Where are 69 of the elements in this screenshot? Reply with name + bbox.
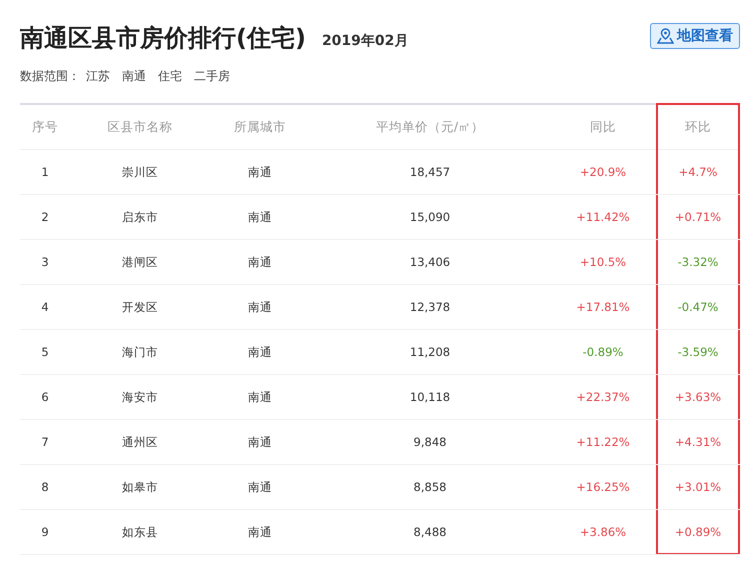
- table-cell: 南通: [210, 510, 310, 555]
- table-cell: 南通: [210, 195, 310, 240]
- table-cell: +0.71%: [656, 195, 740, 240]
- table-cell: +3.01%: [656, 465, 740, 510]
- table-cell: 通州区: [70, 420, 210, 465]
- table-cell: 港闸区: [70, 240, 210, 285]
- table-cell: -3.59%: [656, 330, 740, 375]
- map-pin-icon: [657, 28, 674, 44]
- table-cell: 3: [20, 240, 70, 285]
- table-cell: 8,488: [310, 510, 550, 555]
- table-cell: +20.9%: [550, 150, 656, 195]
- page-title: 南通区县市房价排行(住宅): [20, 23, 306, 54]
- table-cell: +16.25%: [550, 465, 656, 510]
- table-cell: +11.42%: [550, 195, 656, 240]
- table-cell: 海门市: [70, 330, 210, 375]
- column-header: 所属城市: [210, 105, 310, 150]
- table-cell: 崇川区: [70, 150, 210, 195]
- table-cell: 12,378: [310, 285, 550, 330]
- table-cell: 2: [20, 195, 70, 240]
- table-cell: 南通: [210, 465, 310, 510]
- table-cell: 10,118: [310, 375, 550, 420]
- table-cell: 6: [20, 375, 70, 420]
- table-cell: 南通: [210, 150, 310, 195]
- table-cell: +0.89%: [656, 510, 740, 555]
- scope-tag: 南通: [122, 68, 146, 85]
- scope-tag: 二手房: [194, 68, 230, 85]
- column-header: 环比: [656, 105, 740, 150]
- table-cell: 1: [20, 150, 70, 195]
- table-cell: 南通: [210, 375, 310, 420]
- column-header: 同比: [550, 105, 656, 150]
- table-cell: 开发区: [70, 285, 210, 330]
- table-cell: +3.63%: [656, 375, 740, 420]
- table-cell: +11.22%: [550, 420, 656, 465]
- table-cell: 如皋市: [70, 465, 210, 510]
- table-cell: +4.31%: [656, 420, 740, 465]
- table-cell: 启东市: [70, 195, 210, 240]
- table-cell: 7: [20, 420, 70, 465]
- table-cell: +22.37%: [550, 375, 656, 420]
- period-label: 2019年02月: [322, 32, 408, 50]
- table-cell: 南通: [210, 330, 310, 375]
- table-cell: 15,090: [310, 195, 550, 240]
- table-cell: +3.86%: [550, 510, 656, 555]
- scope-tag: 江苏: [86, 68, 110, 85]
- table-cell: 南通: [210, 285, 310, 330]
- table-cell: 8: [20, 465, 70, 510]
- scope-tag: 住宅: [158, 68, 182, 85]
- table-cell: -3.32%: [656, 240, 740, 285]
- table-cell: 5: [20, 330, 70, 375]
- table-cell: 海安市: [70, 375, 210, 420]
- column-header: 平均单价（元/㎡）: [310, 105, 550, 150]
- table-cell: 9: [20, 510, 70, 555]
- column-header: 序号: [20, 105, 70, 150]
- table-cell: 11,208: [310, 330, 550, 375]
- table-cell: +17.81%: [550, 285, 656, 330]
- table-cell: 南通: [210, 240, 310, 285]
- table-cell: +4.7%: [656, 150, 740, 195]
- table-cell: 8,858: [310, 465, 550, 510]
- table-cell: 4: [20, 285, 70, 330]
- table-cell: 如东县: [70, 510, 210, 555]
- scope-label: 数据范围：: [20, 68, 80, 85]
- table-cell: 13,406: [310, 240, 550, 285]
- table-cell: 南通: [210, 420, 310, 465]
- table-cell: -0.47%: [656, 285, 740, 330]
- map-view-button[interactable]: 地图查看: [650, 23, 740, 49]
- column-header: 区县市名称: [70, 105, 210, 150]
- table-cell: 18,457: [310, 150, 550, 195]
- table-cell: 9,848: [310, 420, 550, 465]
- table-cell: +10.5%: [550, 240, 656, 285]
- table-cell: -0.89%: [550, 330, 656, 375]
